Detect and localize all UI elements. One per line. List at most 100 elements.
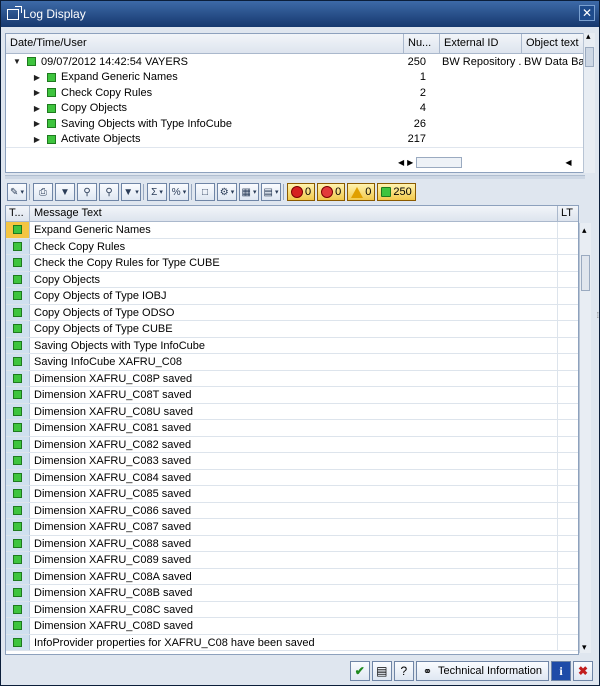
stop-counter-button[interactable]: 0: [287, 183, 316, 201]
long-text-cell[interactable]: [558, 486, 578, 502]
col-lt[interactable]: LT: [558, 206, 578, 221]
scroll-thumb[interactable]: [581, 255, 590, 291]
error-counter-button[interactable]: 0: [317, 183, 346, 201]
message-type-cell[interactable]: [6, 469, 30, 485]
long-text-cell[interactable]: [558, 255, 578, 271]
long-text-cell[interactable]: [558, 354, 578, 370]
tree-row[interactable]: ▶ Activate Objects 217: [6, 132, 584, 148]
table-row[interactable]: Copy Objects of Type CUBE: [6, 321, 578, 338]
filter-column-button[interactable]: ▼: [55, 183, 75, 201]
table-row[interactable]: Check Copy Rules: [6, 238, 578, 255]
continue-button[interactable]: ✔: [349, 661, 370, 681]
table-row[interactable]: Dimension XAFRU_C089 saved: [6, 552, 578, 569]
table-row[interactable]: Dimension XAFRU_C08B saved: [6, 585, 578, 602]
print-preview-button[interactable]: □: [195, 183, 215, 201]
table-row[interactable]: Dimension XAFRU_C085 saved: [6, 486, 578, 503]
long-text-cell[interactable]: [558, 420, 578, 436]
expand-right-icon[interactable]: ▶: [32, 119, 42, 128]
col-external-id[interactable]: External ID: [440, 34, 522, 53]
tree-row[interactable]: ▶ Saving Objects with Type InfoCube 26: [6, 116, 584, 132]
long-text-cell[interactable]: [558, 437, 578, 453]
message-type-cell[interactable]: [6, 436, 30, 452]
col-message-text[interactable]: Message Text: [30, 206, 558, 221]
sum-button[interactable]: Σ: [147, 183, 167, 201]
long-text-cell[interactable]: [558, 470, 578, 486]
message-type-cell[interactable]: [6, 601, 30, 617]
message-type-cell[interactable]: [6, 271, 30, 287]
find-button[interactable]: ⚲: [77, 183, 97, 201]
message-type-cell[interactable]: [6, 387, 30, 403]
message-type-cell[interactable]: [6, 403, 30, 419]
long-text-cell[interactable]: [558, 602, 578, 618]
warning-counter-button[interactable]: 0: [347, 183, 376, 201]
long-text-cell[interactable]: [558, 239, 578, 255]
scroll-right-icon[interactable]: ▶: [407, 158, 413, 167]
long-text-cell[interactable]: [558, 272, 578, 288]
message-type-cell[interactable]: [6, 370, 30, 386]
message-type-cell[interactable]: [6, 634, 30, 650]
table-row[interactable]: Dimension XAFRU_C086 saved: [6, 502, 578, 519]
table-row[interactable]: Expand Generic Names: [6, 222, 578, 239]
table-row[interactable]: Dimension XAFRU_C08A saved: [6, 568, 578, 585]
table-row[interactable]: Copy Objects: [6, 271, 578, 288]
long-text-cell[interactable]: [558, 552, 578, 568]
tree-row[interactable]: ▼ 09/07/2012 14:42:54 VAYERS 250 BW Reposit…: [6, 54, 584, 70]
table-row[interactable]: Dimension XAFRU_C08C saved: [6, 601, 578, 618]
expand-right-icon[interactable]: ▶: [32, 88, 42, 97]
subtotal-button[interactable]: %: [169, 183, 189, 201]
message-type-cell[interactable]: [6, 238, 30, 254]
scroll-left-icon[interactable]: ◀: [565, 158, 571, 167]
message-type-cell[interactable]: [6, 618, 30, 634]
scroll-left-icon[interactable]: ◀: [398, 158, 404, 167]
message-type-cell[interactable]: [6, 486, 30, 502]
tree-row[interactable]: ▶ Check Copy Rules 2: [6, 85, 584, 101]
message-type-cell[interactable]: [6, 222, 30, 238]
long-text-cell[interactable]: [558, 338, 578, 354]
long-text-cell[interactable]: [558, 536, 578, 552]
select-layout-button[interactable]: ▤: [261, 183, 281, 201]
long-text-cell[interactable]: [558, 288, 578, 304]
expand-right-icon[interactable]: ▶: [32, 104, 42, 113]
long-text-cell[interactable]: [558, 453, 578, 469]
close-button[interactable]: ✕: [579, 5, 595, 21]
tree-row[interactable]: ▶ Expand Generic Names 1: [6, 70, 584, 86]
table-row[interactable]: Dimension XAFRU_C083 saved: [6, 453, 578, 470]
technical-information-button[interactable]: ⚭ Technical Information: [415, 661, 549, 681]
table-row[interactable]: Dimension XAFRU_C084 saved: [6, 469, 578, 486]
table-row[interactable]: Copy Objects of Type ODSO: [6, 304, 578, 321]
table-row[interactable]: InfoProvider properties for XAFRU_C08 ha…: [6, 634, 578, 651]
help-button[interactable]: ?: [393, 661, 414, 681]
message-type-cell[interactable]: [6, 552, 30, 568]
col-object-text[interactable]: Object text: [522, 34, 584, 53]
table-row[interactable]: Saving InfoCube XAFRU_C08: [6, 354, 578, 371]
message-type-cell[interactable]: [6, 420, 30, 436]
table-row[interactable]: Check the Copy Rules for Type CUBE: [6, 255, 578, 272]
message-type-cell[interactable]: [6, 354, 30, 370]
scroll-thumb[interactable]: [585, 47, 594, 67]
long-text-cell[interactable]: [558, 222, 578, 238]
info-button[interactable]: i: [551, 661, 571, 681]
col-number[interactable]: Nu...: [404, 34, 440, 53]
expand-down-icon[interactable]: ▼: [12, 57, 22, 66]
table-row[interactable]: Dimension XAFRU_C088 saved: [6, 535, 578, 552]
find-next-button[interactable]: ⚲: [99, 183, 119, 201]
filter-button[interactable]: ▼: [121, 183, 141, 201]
table-row[interactable]: Dimension XAFRU_C087 saved: [6, 519, 578, 536]
cancel-button[interactable]: ✖: [573, 661, 593, 681]
long-text-cell[interactable]: [558, 305, 578, 321]
grid-vertical-scrollbar[interactable]: ▴ ▾: [579, 223, 591, 653]
expand-right-icon[interactable]: ▶: [32, 135, 42, 144]
success-counter-button[interactable]: 250: [377, 183, 416, 201]
table-row[interactable]: Dimension XAFRU_C081 saved: [6, 420, 578, 437]
long-text-cell[interactable]: [558, 387, 578, 403]
message-type-cell[interactable]: [6, 535, 30, 551]
export-button[interactable]: ⚙: [217, 183, 237, 201]
table-row[interactable]: Dimension XAFRU_C082 saved: [6, 436, 578, 453]
tree-vertical-scrollbar[interactable]: [583, 31, 595, 173]
long-text-cell[interactable]: [558, 585, 578, 601]
table-row[interactable]: Dimension XAFRU_C08U saved: [6, 403, 578, 420]
message-type-cell[interactable]: [6, 304, 30, 320]
long-text-cell[interactable]: [558, 519, 578, 535]
table-row[interactable]: Dimension XAFRU_C08D saved: [6, 618, 578, 635]
message-type-cell[interactable]: [6, 519, 30, 535]
